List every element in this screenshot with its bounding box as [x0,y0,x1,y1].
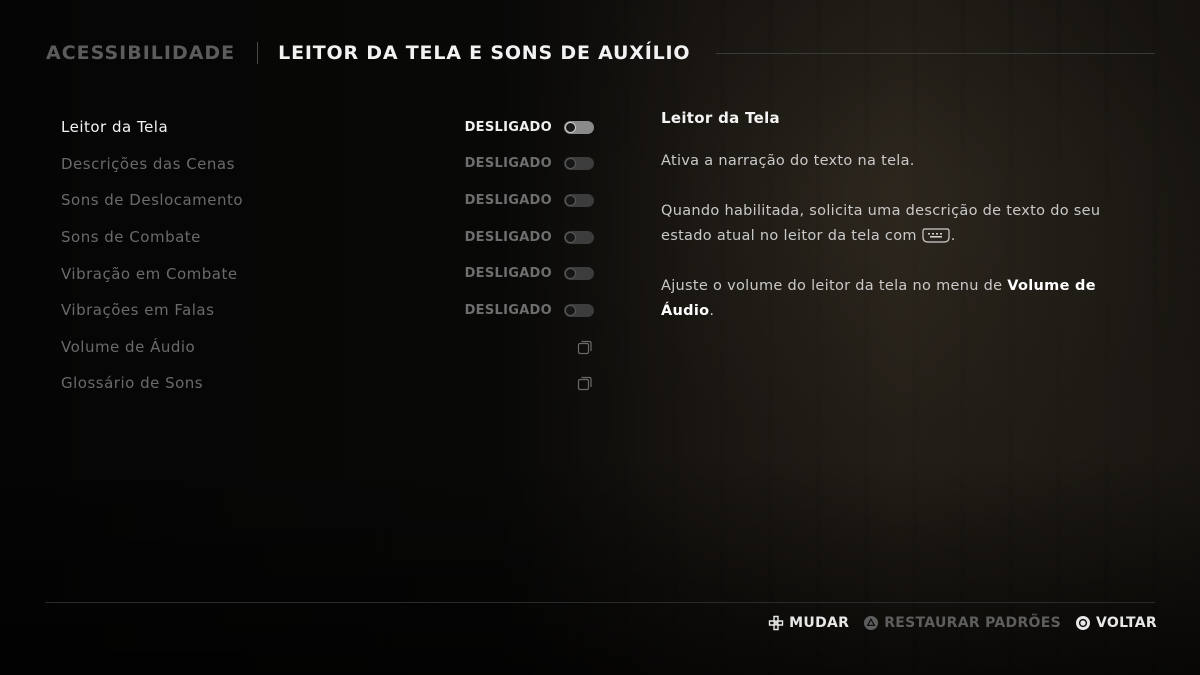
description-paragraph: Quando habilitada, solicita uma descriçã… [661,199,1141,250]
toggle-switch[interactable] [564,193,594,207]
toggle-switch[interactable] [564,230,594,244]
menu-item-audio-volume[interactable]: Volume de Áudio [61,329,596,366]
breadcrumb-separator [257,42,259,64]
button-prompts: MUDAR RESTAURAR PADRÕES VOLTAR [768,615,1157,631]
circle-button-icon [1076,616,1091,630]
toggle-value: DESLIGADO [464,156,552,172]
breadcrumb-parent[interactable]: ACESSIBILIDADE [46,42,235,64]
toggle-value: DESLIGADO [464,192,552,208]
toggle-knob [565,121,576,133]
change-button[interactable]: MUDAR [768,615,849,631]
toggle-knob [565,231,576,243]
toggle-switch[interactable] [564,267,594,281]
description-text-end: . [709,303,715,319]
toggle-knob [565,194,576,206]
change-label: MUDAR [789,615,850,631]
toggle-knob [565,158,576,170]
menu-item-label: Vibrações em Falas [61,301,215,320]
menu-item-combat-vibration[interactable]: Vibração em Combate DESLIGADO [61,255,596,292]
footer-divider [45,602,1155,603]
settings-menu: Leitor da Tela DESLIGADO Descrições das … [61,109,596,402]
toggle-knob [565,268,576,280]
toggle-value: DESLIGADO [464,229,552,245]
menu-item-screen-reader[interactable]: Leitor da Tela DESLIGADO [61,109,596,146]
description-paragraph: Ativa a narração do texto na tela. [661,149,1141,175]
toggle-switch[interactable] [564,120,594,134]
toggle-knob [565,304,576,316]
menu-item-label: Sons de Deslocamento [61,191,244,210]
background-shade [0,455,1200,675]
description-paragraph: Ajuste o volume do leitor da tela no men… [661,274,1141,325]
page-title: LEITOR DA TELA E SONS DE AUXÍLIO [278,42,691,64]
submenu-icon [577,340,592,354]
toggle-value: DESLIGADO [464,302,552,318]
touchpad-icon [922,228,950,243]
menu-item-label: Leitor da Tela [61,118,169,137]
toggle-switch[interactable] [564,157,594,171]
submenu-icon [577,377,592,391]
description-text-end: . [950,228,956,244]
description-text: Quando habilitada, solicita uma descriçã… [661,202,1101,245]
restore-defaults-label: RESTAURAR PADRÕES [884,615,1062,631]
menu-item-label: Descrições das Cenas [61,154,235,173]
menu-item-label: Vibração em Combate [61,264,238,283]
description-text: Ativa a narração do texto na tela. [661,153,915,169]
menu-item-traversal-sounds[interactable]: Sons de Deslocamento DESLIGADO [61,182,596,219]
menu-item-label: Glossário de Sons [61,374,204,393]
restore-defaults-button[interactable]: RESTAURAR PADRÕES [863,615,1061,631]
toggle-value: DESLIGADO [464,119,552,135]
menu-item-scene-descriptions[interactable]: Descrições das Cenas DESLIGADO [61,146,596,183]
menu-item-label: Sons de Combate [61,228,201,247]
breadcrumb: ACESSIBILIDADE LEITOR DA TELA E SONS DE … [46,40,1155,66]
header-divider [716,52,1155,54]
menu-item-speech-vibrations[interactable]: Vibrações em Falas DESLIGADO [61,292,596,329]
back-label: VOLTAR [1096,615,1157,631]
menu-item-label: Volume de Áudio [61,337,196,356]
menu-item-sound-glossary[interactable]: Glossário de Sons [61,365,596,402]
menu-item-combat-sounds[interactable]: Sons de Combate DESLIGADO [61,219,596,256]
description-text: Ajuste o volume do leitor da tela no men… [661,277,1008,294]
toggle-switch[interactable] [564,303,594,317]
dpad-icon [768,615,784,631]
toggle-value: DESLIGADO [464,266,552,282]
description-title: Leitor da Tela [661,109,780,127]
description-panel: Leitor da Tela Ativa a narração do texto… [661,109,1141,349]
back-button[interactable]: VOLTAR [1075,615,1157,631]
triangle-button-icon [864,616,879,630]
